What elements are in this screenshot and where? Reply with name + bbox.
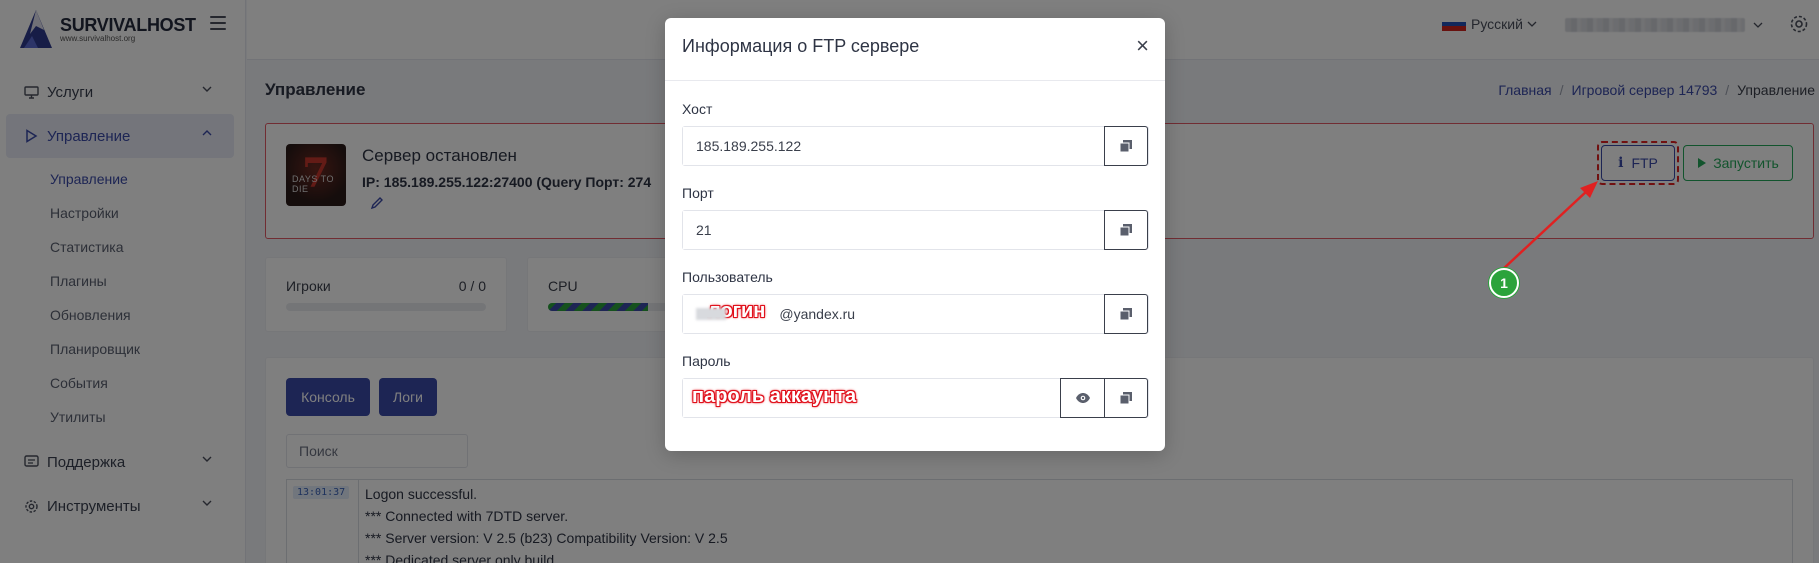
modal-title: Информация о FTP сервере (682, 36, 920, 56)
copy-icon (1119, 392, 1132, 405)
password-input[interactable]: пароль аккаунта (683, 379, 1060, 417)
copy-icon (1119, 308, 1132, 321)
port-input[interactable]: 21 (683, 211, 1104, 249)
eye-icon (1075, 393, 1090, 403)
port-label: Порт (682, 185, 714, 201)
copy-password-button[interactable] (1104, 378, 1148, 418)
close-icon[interactable]: × (1136, 35, 1149, 57)
copy-port-button[interactable] (1104, 210, 1148, 250)
copy-host-button[interactable] (1104, 126, 1148, 166)
copy-icon (1119, 224, 1132, 237)
user-input[interactable]: логин @yandex.ru (683, 295, 1104, 333)
user-field: логин @yandex.ru (682, 294, 1149, 334)
user-label: Пользователь (682, 269, 773, 285)
host-input[interactable]: 185.189.255.122 (683, 127, 1104, 165)
port-field: 21 (682, 210, 1149, 250)
copy-user-button[interactable] (1104, 294, 1148, 334)
copy-icon (1119, 140, 1132, 153)
modal-header: Информация о FTP сервере × (665, 18, 1165, 81)
host-field: 185.189.255.122 (682, 126, 1149, 166)
password-field: пароль аккаунта (682, 378, 1149, 418)
redacted-login (696, 308, 726, 320)
step-marker: 1 (1489, 268, 1519, 298)
password-annotation: пароль аккаунта (692, 384, 857, 407)
password-label: Пароль (682, 353, 731, 369)
show-password-button[interactable] (1060, 378, 1104, 418)
ftp-info-modal: Информация о FTP сервере × Хост 185.189.… (665, 18, 1165, 451)
user-email-suffix: @yandex.ru (779, 306, 856, 322)
host-label: Хост (682, 101, 713, 117)
